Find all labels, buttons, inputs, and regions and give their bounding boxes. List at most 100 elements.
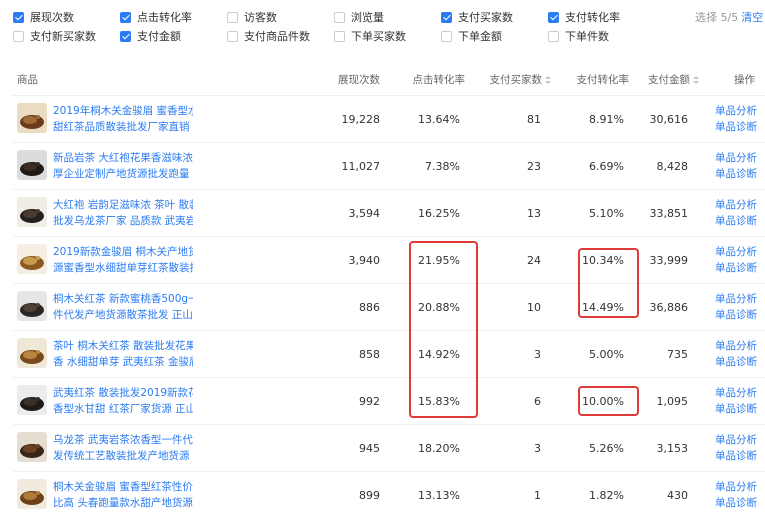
row-actions: 单品分析 单品诊断 bbox=[715, 150, 757, 182]
product-name-link[interactable]: 茶叶 桐木关红茶 散装批发花果香 水细甜单芽 武夷红茶 金骏眉 bbox=[53, 338, 193, 370]
filter-pay-items[interactable]: 支付商品件数 bbox=[227, 28, 310, 44]
checkbox-visitors[interactable] bbox=[227, 11, 238, 23]
cell-pay-buyers: 10 bbox=[527, 301, 541, 314]
product-analysis-link[interactable]: 单品分析 bbox=[715, 338, 757, 354]
product-diagnosis-link[interactable]: 单品诊断 bbox=[715, 401, 757, 417]
product-diagnosis-link[interactable]: 单品诊断 bbox=[715, 307, 757, 323]
product-name-line-2: 发传统工艺散装批发产地货源 bbox=[53, 450, 190, 462]
product-analysis-link[interactable]: 单品分析 bbox=[715, 385, 757, 401]
product-name-link[interactable]: 新品岩茶 大红袍花果香滋味浓 厚企业定制产地货源批发跑量 bbox=[53, 150, 193, 182]
product-name-line-1: 茶叶 桐木关红茶 散装批发花果 bbox=[53, 340, 193, 352]
filter-new-pay-buyers[interactable]: 支付新买家数 bbox=[13, 28, 96, 44]
product-name-line-2: 比高 头春跑量款水甜产地货源 bbox=[53, 497, 193, 509]
product-analysis-link[interactable]: 单品分析 bbox=[715, 479, 757, 495]
table-header: 商品 展现次数 点击转化率 支付买家数 支付转化率 支付金额 操作 bbox=[13, 64, 765, 96]
checkbox-pageviews[interactable] bbox=[334, 11, 345, 23]
filter-order-items[interactable]: 下单件数 bbox=[548, 28, 609, 44]
row-actions: 单品分析 单品诊断 bbox=[715, 338, 757, 370]
checkbox-click-rate[interactable] bbox=[120, 11, 131, 23]
product-analysis-link[interactable]: 单品分析 bbox=[715, 150, 757, 166]
sort-icon[interactable] bbox=[693, 75, 699, 85]
checkbox-order-buyers[interactable] bbox=[334, 30, 345, 42]
product-diagnosis-link[interactable]: 单品诊断 bbox=[715, 213, 757, 229]
product-name-link[interactable]: 武夷红茶 散装批发2019新款花 香型水甘甜 红茶厂家货源 正山 bbox=[53, 385, 193, 417]
product-thumbnail[interactable] bbox=[17, 150, 47, 180]
header-pay-rate[interactable]: 支付转化率 bbox=[577, 64, 630, 96]
filter-order-amount[interactable]: 下单金额 bbox=[441, 28, 502, 44]
filter-label: 下单买家数 bbox=[351, 30, 406, 43]
product-thumbnail[interactable] bbox=[17, 197, 47, 227]
filter-impressions[interactable]: 展现次数 bbox=[13, 9, 74, 25]
cell-pay-rate: 1.82% bbox=[589, 489, 624, 502]
product-name-link[interactable]: 2019新款金骏眉 桐木关产地货 源蜜香型水细甜单芽红茶散装批 bbox=[53, 244, 193, 276]
product-diagnosis-link[interactable]: 单品诊断 bbox=[715, 354, 757, 370]
product-analysis-link[interactable]: 单品分析 bbox=[715, 432, 757, 448]
selection-count: 选择 5/5 清空 bbox=[695, 9, 763, 25]
checkbox-pay-amount[interactable] bbox=[120, 30, 131, 42]
header-pay-buyers[interactable]: 支付买家数 bbox=[490, 64, 551, 96]
product-name-link[interactable]: 桐木关金骏眉 蜜香型红茶性价 比高 头春跑量款水甜产地货源 bbox=[53, 479, 193, 511]
table-row: 2019年桐木关金骏眉 蜜香型水 甜红茶品质散装批发厂家直销 19,228 13.64… bbox=[13, 97, 765, 143]
cell-pay-buyers: 81 bbox=[527, 113, 541, 126]
filter-visitors[interactable]: 访客数 bbox=[227, 9, 277, 25]
product-name-link[interactable]: 大红袍 岩韵足滋味浓 茶叶 散装 批发乌龙茶厂家 品质款 武夷岩 bbox=[53, 197, 193, 229]
header-product: 商品 bbox=[17, 74, 38, 86]
header-pay-amount[interactable]: 支付金额 bbox=[648, 64, 699, 96]
product-thumbnail[interactable] bbox=[17, 244, 47, 274]
header-impressions[interactable]: 展现次数 bbox=[338, 64, 380, 96]
cell-click-rate: 13.13% bbox=[418, 489, 460, 502]
cell-pay-amount: 1,095 bbox=[656, 395, 689, 408]
checkbox-pay-buyers[interactable] bbox=[441, 11, 452, 23]
product-thumbnail[interactable] bbox=[17, 432, 47, 462]
clear-selection-link[interactable]: 清空 bbox=[741, 11, 763, 24]
filter-pay-amount[interactable]: 支付金额 bbox=[120, 28, 181, 44]
product-name-line-2: 源蜜香型水细甜单芽红茶散装批 bbox=[53, 262, 193, 274]
cell-pay-buyers: 13 bbox=[527, 207, 541, 220]
product-diagnosis-link[interactable]: 单品诊断 bbox=[715, 448, 757, 464]
row-actions: 单品分析 单品诊断 bbox=[715, 197, 757, 229]
product-analysis-link[interactable]: 单品分析 bbox=[715, 197, 757, 213]
filter-label: 支付金额 bbox=[137, 30, 181, 43]
table-row: 大红袍 岩韵足滋味浓 茶叶 散装 批发乌龙茶厂家 品质款 武夷岩 3,594 16.2… bbox=[13, 191, 765, 237]
product-thumbnail[interactable] bbox=[17, 291, 47, 321]
header-click-rate[interactable]: 点击转化率 bbox=[413, 64, 466, 96]
table-row: 乌龙茶 武夷岩茶浓香型一件代 发传统工艺散装批发产地货源 945 18.20% 3 5.2… bbox=[13, 426, 765, 472]
filter-pageviews[interactable]: 浏览量 bbox=[334, 9, 384, 25]
product-thumbnail[interactable] bbox=[17, 479, 47, 509]
product-name-link[interactable]: 乌龙茶 武夷岩茶浓香型一件代 发传统工艺散装批发产地货源 bbox=[53, 432, 193, 464]
product-analysis-link[interactable]: 单品分析 bbox=[715, 103, 757, 119]
product-name-line-2: 香 水细甜单芽 武夷红茶 金骏眉 bbox=[53, 356, 193, 368]
product-analysis-link[interactable]: 单品分析 bbox=[715, 244, 757, 260]
cell-impressions: 858 bbox=[359, 348, 380, 361]
product-diagnosis-link[interactable]: 单品诊断 bbox=[715, 166, 757, 182]
product-thumbnail[interactable] bbox=[17, 103, 47, 133]
product-thumbnail[interactable] bbox=[17, 385, 47, 415]
table-row: 茶叶 桐木关红茶 散装批发花果香 水细甜单芽 武夷红茶 金骏眉 858 14.92%… bbox=[13, 332, 765, 378]
checkbox-impressions[interactable] bbox=[13, 11, 24, 23]
checkbox-order-items[interactable] bbox=[548, 30, 559, 42]
filter-click-rate[interactable]: 点击转化率 bbox=[120, 9, 192, 25]
cell-impressions: 899 bbox=[359, 489, 380, 502]
filter-order-buyers[interactable]: 下单买家数 bbox=[334, 28, 406, 44]
product-diagnosis-link[interactable]: 单品诊断 bbox=[715, 495, 757, 511]
product-analysis-link[interactable]: 单品分析 bbox=[715, 291, 757, 307]
product-thumbnail[interactable] bbox=[17, 338, 47, 368]
product-diagnosis-link[interactable]: 单品诊断 bbox=[715, 260, 757, 276]
cell-pay-rate: 10.00% bbox=[582, 395, 624, 408]
checkbox-pay-items[interactable] bbox=[227, 30, 238, 42]
product-name-line-1: 大红袍 岩韵足滋味浓 茶叶 散装 bbox=[53, 199, 193, 211]
cell-pay-amount: 8,428 bbox=[656, 160, 689, 173]
checkbox-new-pay-buyers[interactable] bbox=[13, 30, 24, 42]
checkbox-order-amount[interactable] bbox=[441, 30, 452, 42]
cell-pay-buyers: 24 bbox=[527, 254, 541, 267]
filter-pay-rate[interactable]: 支付转化率 bbox=[548, 9, 620, 25]
table-row: 2019新款金骏眉 桐木关产地货 源蜜香型水细甜单芽红茶散装批 3,940 21.95… bbox=[13, 238, 765, 284]
checkbox-pay-rate[interactable] bbox=[548, 11, 559, 23]
product-name-link[interactable]: 桐木关红茶 新款蜜桃香500g一 件代发产地货源散茶批发 正山 bbox=[53, 291, 193, 323]
product-name-link[interactable]: 2019年桐木关金骏眉 蜜香型水 甜红茶品质散装批发厂家直销 bbox=[53, 103, 193, 135]
sort-icon[interactable] bbox=[545, 75, 551, 85]
row-actions: 单品分析 单品诊断 bbox=[715, 291, 757, 323]
product-diagnosis-link[interactable]: 单品诊断 bbox=[715, 119, 757, 135]
filter-pay-buyers[interactable]: 支付买家数 bbox=[441, 9, 513, 25]
filter-label: 支付新买家数 bbox=[30, 30, 96, 43]
